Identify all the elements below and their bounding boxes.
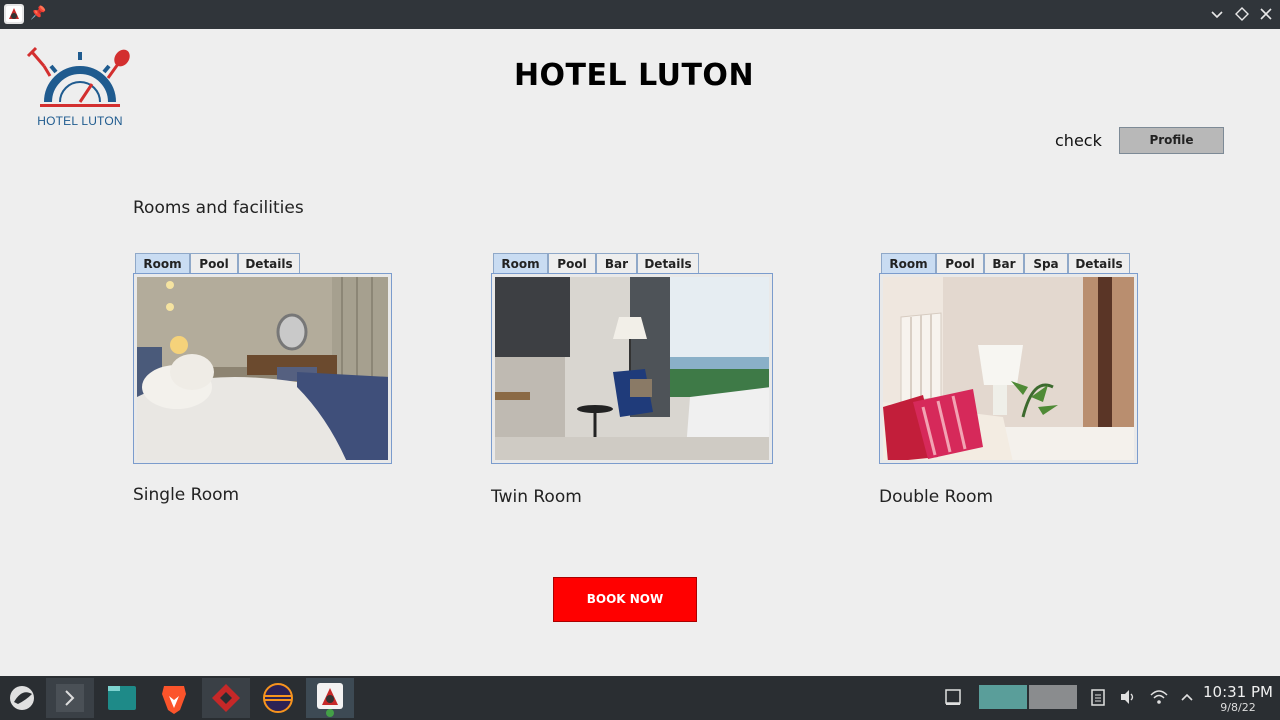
room-tabpanel	[491, 273, 773, 464]
maximize-icon[interactable]	[1232, 4, 1252, 24]
app-icon	[4, 4, 24, 24]
terminal-icon[interactable]	[46, 678, 94, 718]
double-room-photo	[883, 277, 1134, 460]
section-heading: Rooms and facilities	[133, 198, 304, 218]
brave-browser-icon[interactable]	[150, 678, 198, 718]
room-name-double: Double Room	[879, 487, 994, 507]
check-label: check	[1055, 131, 1102, 150]
file-manager-icon[interactable]	[98, 678, 146, 718]
room-tabpanel	[879, 273, 1138, 464]
tab-spa[interactable]: Spa	[1024, 253, 1068, 275]
tab-details[interactable]: Details	[1068, 253, 1130, 275]
virtual-desktop-1[interactable]	[979, 685, 1027, 709]
virtual-desktop-2[interactable]	[1029, 685, 1077, 709]
minimize-icon[interactable]	[1207, 4, 1227, 24]
tray-expand-icon[interactable]	[1177, 686, 1197, 708]
red-app-icon[interactable]	[202, 678, 250, 718]
taskbar-clock[interactable]: 10:31 PM 9/8/22	[1200, 683, 1276, 715]
tab-bar[interactable]: Bar	[596, 253, 637, 275]
tab-bar[interactable]: Bar	[984, 253, 1024, 275]
room-tabpanel	[133, 273, 392, 464]
twin-room-photo	[495, 277, 769, 460]
logo-text: HOTEL LUTON	[37, 114, 123, 128]
volume-icon[interactable]	[1118, 686, 1138, 708]
close-icon[interactable]	[1256, 4, 1276, 24]
room-name-twin: Twin Room	[491, 487, 582, 507]
tab-pool[interactable]: Pool	[936, 253, 984, 275]
profile-button[interactable]: Profile	[1119, 127, 1224, 154]
book-now-button[interactable]: BOOK NOW	[553, 577, 697, 622]
tab-room[interactable]: Room	[493, 253, 548, 275]
show-desktop-icon[interactable]	[943, 686, 963, 708]
tab-room[interactable]: Room	[881, 253, 936, 275]
pin-icon[interactable]: 📌	[30, 5, 46, 23]
window-titlebar: 📌	[0, 0, 1280, 29]
java-app-icon[interactable]	[306, 678, 354, 718]
wifi-icon[interactable]	[1149, 686, 1169, 708]
app-launcher-icon[interactable]	[0, 678, 48, 718]
room-name-single: Single Room	[133, 485, 240, 505]
single-room-photo	[137, 277, 388, 460]
tab-room[interactable]: Room	[135, 253, 190, 275]
tab-details[interactable]: Details	[637, 253, 699, 275]
page-title: HOTEL LUTON	[513, 58, 755, 93]
tab-details[interactable]: Details	[238, 253, 300, 275]
clock-date: 9/8/22	[1220, 701, 1256, 714]
tab-pool[interactable]: Pool	[190, 253, 238, 275]
tab-pool[interactable]: Pool	[548, 253, 596, 275]
eclipse-icon[interactable]	[254, 678, 302, 718]
clock-time: 10:31 PM	[1203, 683, 1273, 701]
clipboard-icon[interactable]	[1088, 686, 1108, 708]
